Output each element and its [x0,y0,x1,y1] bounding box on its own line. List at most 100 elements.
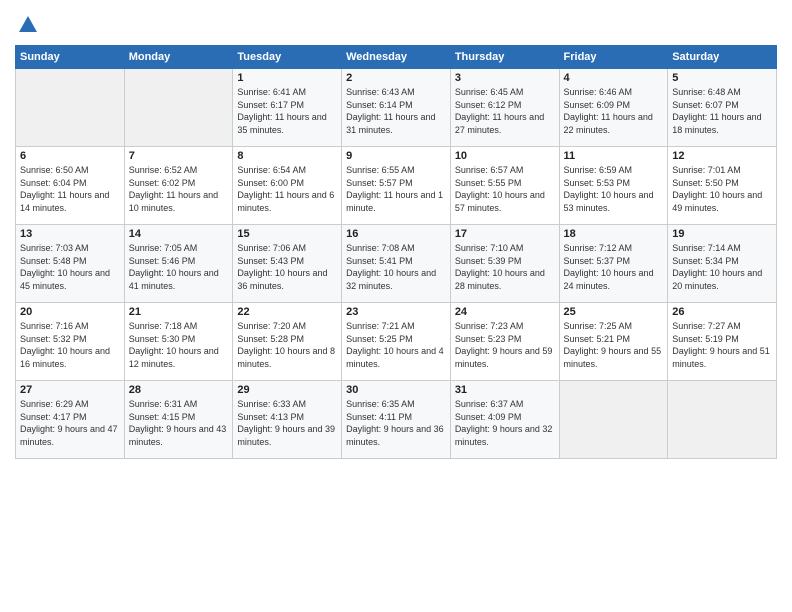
weekday-header: Friday [559,46,668,69]
calendar-cell: 25 Sunrise: 7:25 AMSunset: 5:21 PMDaylig… [559,303,668,381]
calendar-cell: 19 Sunrise: 7:14 AMSunset: 5:34 PMDaylig… [668,225,777,303]
calendar-cell: 23 Sunrise: 7:21 AMSunset: 5:25 PMDaylig… [342,303,451,381]
calendar-week-row: 20 Sunrise: 7:16 AMSunset: 5:32 PMDaylig… [16,303,777,381]
day-number: 5 [672,72,772,84]
day-info: Sunrise: 6:31 AMSunset: 4:15 PMDaylight:… [129,399,227,447]
day-number: 24 [455,306,555,318]
calendar-cell: 27 Sunrise: 6:29 AMSunset: 4:17 PMDaylig… [16,381,125,459]
day-info: Sunrise: 6:33 AMSunset: 4:13 PMDaylight:… [237,399,335,447]
day-info: Sunrise: 7:01 AMSunset: 5:50 PMDaylight:… [672,165,762,213]
day-number: 21 [129,306,229,318]
day-number: 8 [237,150,337,162]
calendar-cell: 8 Sunrise: 6:54 AMSunset: 6:00 PMDayligh… [233,147,342,225]
day-info: Sunrise: 7:10 AMSunset: 5:39 PMDaylight:… [455,243,545,291]
day-info: Sunrise: 7:23 AMSunset: 5:23 PMDaylight:… [455,321,553,369]
weekday-header: Saturday [668,46,777,69]
calendar-cell: 5 Sunrise: 6:48 AMSunset: 6:07 PMDayligh… [668,69,777,147]
calendar-week-row: 6 Sunrise: 6:50 AMSunset: 6:04 PMDayligh… [16,147,777,225]
calendar-cell: 11 Sunrise: 6:59 AMSunset: 5:53 PMDaylig… [559,147,668,225]
logo-icon [17,14,39,36]
calendar-cell [668,381,777,459]
day-number: 25 [564,306,664,318]
day-number: 17 [455,228,555,240]
weekday-header: Tuesday [233,46,342,69]
day-number: 18 [564,228,664,240]
calendar-cell: 26 Sunrise: 7:27 AMSunset: 5:19 PMDaylig… [668,303,777,381]
day-number: 29 [237,384,337,396]
day-info: Sunrise: 7:12 AMSunset: 5:37 PMDaylight:… [564,243,654,291]
calendar-cell: 6 Sunrise: 6:50 AMSunset: 6:04 PMDayligh… [16,147,125,225]
calendar-week-row: 27 Sunrise: 6:29 AMSunset: 4:17 PMDaylig… [16,381,777,459]
calendar-cell: 18 Sunrise: 7:12 AMSunset: 5:37 PMDaylig… [559,225,668,303]
page-container: SundayMondayTuesdayWednesdayThursdayFrid… [0,0,792,469]
calendar-cell: 20 Sunrise: 7:16 AMSunset: 5:32 PMDaylig… [16,303,125,381]
calendar-week-row: 1 Sunrise: 6:41 AMSunset: 6:17 PMDayligh… [16,69,777,147]
header-row: SundayMondayTuesdayWednesdayThursdayFrid… [16,46,777,69]
day-info: Sunrise: 7:25 AMSunset: 5:21 PMDaylight:… [564,321,662,369]
day-info: Sunrise: 6:48 AMSunset: 6:07 PMDaylight:… [672,87,761,135]
calendar-cell: 10 Sunrise: 6:57 AMSunset: 5:55 PMDaylig… [450,147,559,225]
day-number: 2 [346,72,446,84]
day-number: 11 [564,150,664,162]
day-info: Sunrise: 7:16 AMSunset: 5:32 PMDaylight:… [20,321,110,369]
day-info: Sunrise: 7:18 AMSunset: 5:30 PMDaylight:… [129,321,219,369]
weekday-header: Sunday [16,46,125,69]
day-number: 9 [346,150,446,162]
calendar-cell: 30 Sunrise: 6:35 AMSunset: 4:11 PMDaylig… [342,381,451,459]
day-number: 28 [129,384,229,396]
day-number: 3 [455,72,555,84]
day-number: 4 [564,72,664,84]
day-number: 20 [20,306,120,318]
day-info: Sunrise: 7:14 AMSunset: 5:34 PMDaylight:… [672,243,762,291]
calendar-cell: 17 Sunrise: 7:10 AMSunset: 5:39 PMDaylig… [450,225,559,303]
weekday-header: Thursday [450,46,559,69]
day-info: Sunrise: 7:06 AMSunset: 5:43 PMDaylight:… [237,243,327,291]
weekday-header: Monday [124,46,233,69]
day-info: Sunrise: 6:35 AMSunset: 4:11 PMDaylight:… [346,399,444,447]
calendar-cell: 28 Sunrise: 6:31 AMSunset: 4:15 PMDaylig… [124,381,233,459]
day-info: Sunrise: 6:43 AMSunset: 6:14 PMDaylight:… [346,87,435,135]
day-info: Sunrise: 6:59 AMSunset: 5:53 PMDaylight:… [564,165,654,213]
day-info: Sunrise: 7:27 AMSunset: 5:19 PMDaylight:… [672,321,770,369]
day-number: 7 [129,150,229,162]
day-number: 22 [237,306,337,318]
day-number: 12 [672,150,772,162]
calendar-cell [16,69,125,147]
day-number: 6 [20,150,120,162]
day-info: Sunrise: 6:46 AMSunset: 6:09 PMDaylight:… [564,87,653,135]
day-info: Sunrise: 6:29 AMSunset: 4:17 PMDaylight:… [20,399,118,447]
day-info: Sunrise: 6:55 AMSunset: 5:57 PMDaylight:… [346,165,443,213]
calendar-table: SundayMondayTuesdayWednesdayThursdayFrid… [15,45,777,459]
day-info: Sunrise: 6:50 AMSunset: 6:04 PMDaylight:… [20,165,109,213]
day-number: 26 [672,306,772,318]
header [15,10,777,41]
logo [15,14,39,41]
calendar-cell: 4 Sunrise: 6:46 AMSunset: 6:09 PMDayligh… [559,69,668,147]
day-info: Sunrise: 6:57 AMSunset: 5:55 PMDaylight:… [455,165,545,213]
calendar-week-row: 13 Sunrise: 7:03 AMSunset: 5:48 PMDaylig… [16,225,777,303]
day-number: 16 [346,228,446,240]
day-number: 10 [455,150,555,162]
calendar-cell: 15 Sunrise: 7:06 AMSunset: 5:43 PMDaylig… [233,225,342,303]
calendar-cell: 3 Sunrise: 6:45 AMSunset: 6:12 PMDayligh… [450,69,559,147]
calendar-cell: 16 Sunrise: 7:08 AMSunset: 5:41 PMDaylig… [342,225,451,303]
day-info: Sunrise: 7:21 AMSunset: 5:25 PMDaylight:… [346,321,444,369]
calendar-cell: 31 Sunrise: 6:37 AMSunset: 4:09 PMDaylig… [450,381,559,459]
day-info: Sunrise: 6:45 AMSunset: 6:12 PMDaylight:… [455,87,544,135]
weekday-header: Wednesday [342,46,451,69]
day-info: Sunrise: 7:05 AMSunset: 5:46 PMDaylight:… [129,243,219,291]
calendar-cell: 2 Sunrise: 6:43 AMSunset: 6:14 PMDayligh… [342,69,451,147]
calendar-cell: 13 Sunrise: 7:03 AMSunset: 5:48 PMDaylig… [16,225,125,303]
day-info: Sunrise: 6:37 AMSunset: 4:09 PMDaylight:… [455,399,553,447]
day-info: Sunrise: 7:08 AMSunset: 5:41 PMDaylight:… [346,243,436,291]
day-number: 31 [455,384,555,396]
day-number: 30 [346,384,446,396]
day-info: Sunrise: 6:52 AMSunset: 6:02 PMDaylight:… [129,165,218,213]
day-number: 1 [237,72,337,84]
day-info: Sunrise: 7:03 AMSunset: 5:48 PMDaylight:… [20,243,110,291]
day-number: 27 [20,384,120,396]
calendar-cell: 7 Sunrise: 6:52 AMSunset: 6:02 PMDayligh… [124,147,233,225]
day-number: 19 [672,228,772,240]
calendar-cell: 24 Sunrise: 7:23 AMSunset: 5:23 PMDaylig… [450,303,559,381]
calendar-cell [124,69,233,147]
